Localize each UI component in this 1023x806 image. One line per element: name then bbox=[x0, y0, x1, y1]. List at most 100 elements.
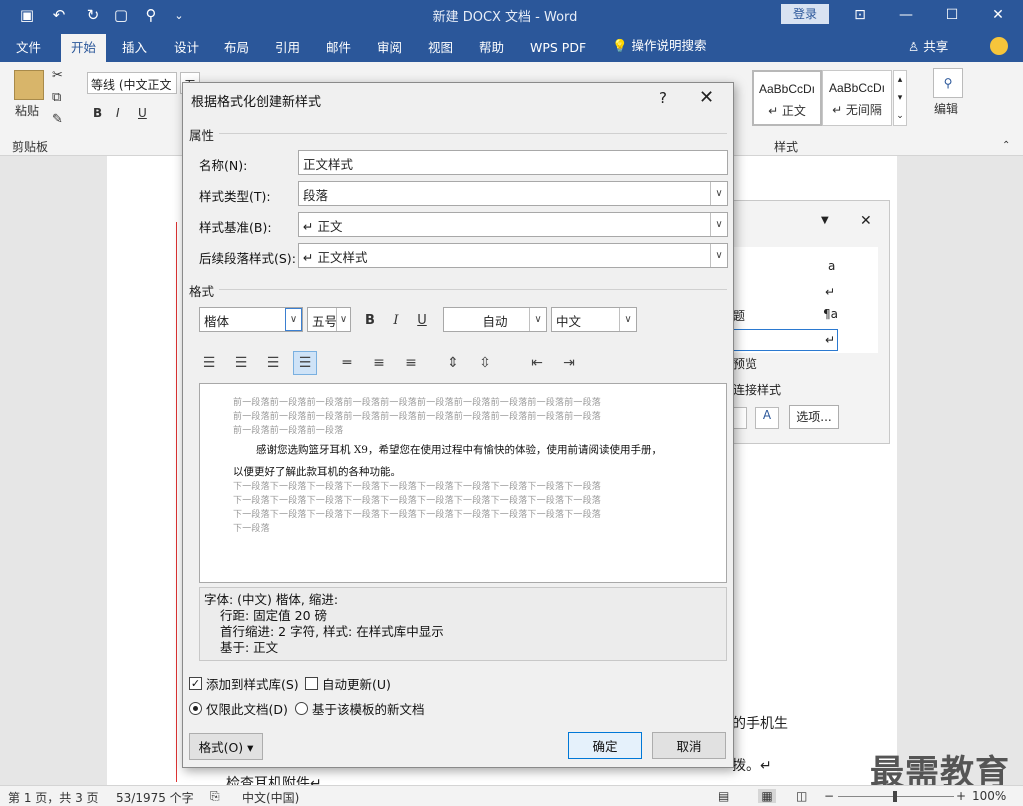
one-half-spacing-icon[interactable]: ≡ bbox=[367, 351, 391, 375]
based-on-select[interactable]: ↵ 正文 ∨ bbox=[298, 212, 728, 237]
align-right-icon[interactable]: ☰ bbox=[261, 351, 285, 375]
pane-selected-row[interactable] bbox=[733, 329, 838, 351]
style-inspector-icon[interactable]: A bbox=[755, 407, 779, 429]
format-painter-icon[interactable]: ✎ bbox=[52, 112, 63, 127]
zoom-level[interactable]: 100% bbox=[972, 789, 1006, 803]
page-count[interactable]: 第 1 页，共 3 页 bbox=[8, 789, 99, 806]
share-button[interactable]: ♙ 共享 bbox=[908, 36, 948, 55]
close-icon[interactable]: ✕ bbox=[699, 87, 714, 108]
tab-home[interactable]: 开始 bbox=[61, 34, 107, 62]
gallery-scroll-icon[interactable]: ▴ ▾ ⌄ bbox=[893, 70, 907, 126]
style-gallery-normal[interactable]: AaBbCcDı ↵ 正文 bbox=[752, 70, 822, 126]
align-center-icon[interactable]: ☰ bbox=[229, 351, 253, 375]
pane-options-button[interactable]: 选项... bbox=[789, 405, 839, 429]
chevron-down-icon[interactable]: ∨ bbox=[710, 213, 727, 236]
more-icon[interactable]: ⌄ bbox=[166, 4, 192, 26]
pane-dropdown-icon[interactable]: ▼ bbox=[821, 215, 829, 226]
tab-wps-pdf[interactable]: WPS PDF bbox=[520, 36, 596, 62]
tab-view[interactable]: 视图 bbox=[418, 36, 463, 62]
tell-me-search[interactable]: 💡 操作说明搜索 bbox=[612, 34, 707, 58]
pane-style-row[interactable]: ¶a bbox=[823, 307, 838, 321]
font-name-combo[interactable]: 等线 (中文正文 bbox=[87, 72, 177, 94]
style-name-input[interactable]: 正文样式 bbox=[298, 150, 728, 175]
chevron-down-icon[interactable]: ∨ bbox=[619, 308, 636, 331]
decrease-paragraph-spacing-icon[interactable]: ⇳ bbox=[473, 351, 497, 375]
copy-icon[interactable]: ⧉ bbox=[52, 90, 61, 105]
smiley-icon[interactable] bbox=[990, 37, 1008, 55]
tab-design[interactable]: 设计 bbox=[164, 36, 209, 62]
color-select[interactable]: 自动 ∨ bbox=[443, 307, 547, 332]
single-spacing-icon[interactable]: ═ bbox=[335, 351, 359, 375]
pane-style-row[interactable]: 题 bbox=[733, 307, 745, 324]
chevron-down-icon[interactable]: ∨ bbox=[285, 308, 302, 331]
edit-label[interactable]: 编辑 bbox=[934, 100, 958, 117]
zoom-slider-thumb[interactable] bbox=[893, 791, 897, 802]
find-icon[interactable]: ⚲ bbox=[138, 4, 164, 26]
style-gallery-no-spacing[interactable]: AaBbCcDı ↵ 无间隔 bbox=[822, 70, 892, 126]
redo-icon[interactable]: ↻ bbox=[80, 4, 106, 26]
new-doc-icon[interactable]: ▢ bbox=[108, 4, 134, 26]
style-type-select[interactable]: 段落 ∨ bbox=[298, 181, 728, 206]
maximize-icon[interactable]: ☐ bbox=[929, 0, 975, 30]
pane-style-row[interactable]: a bbox=[828, 259, 835, 273]
paste-icon[interactable] bbox=[14, 70, 44, 100]
proofing-icon[interactable]: ⎘ bbox=[210, 789, 220, 804]
tab-insert[interactable]: 插入 bbox=[112, 36, 157, 62]
italic-icon[interactable]: I bbox=[116, 106, 120, 120]
chevron-down-icon[interactable]: ∨ bbox=[710, 182, 727, 205]
zoom-out-icon[interactable]: − bbox=[824, 789, 834, 803]
only-this-document-radio[interactable]: 仅限此文档(D) bbox=[189, 699, 288, 718]
pane-link-styles-checkbox[interactable]: 连接样式 bbox=[733, 381, 781, 398]
cancel-button[interactable]: 取消 bbox=[652, 732, 726, 759]
tab-help[interactable]: 帮助 bbox=[469, 36, 514, 62]
underline-button[interactable]: U bbox=[411, 309, 433, 331]
read-mode-icon[interactable]: ▤ bbox=[718, 789, 729, 803]
decrease-indent-icon[interactable]: ⇤ bbox=[525, 351, 549, 375]
pane-close-icon[interactable]: ✕ bbox=[860, 213, 872, 229]
web-layout-icon[interactable]: ◫ bbox=[796, 789, 807, 803]
increase-paragraph-spacing-icon[interactable]: ⇕ bbox=[441, 351, 465, 375]
tab-file[interactable]: 文件 bbox=[6, 36, 51, 62]
new-style-icon[interactable] bbox=[733, 407, 747, 429]
close-window-icon[interactable]: ✕ bbox=[975, 0, 1021, 30]
word-count[interactable]: 53/1975 个字 bbox=[116, 789, 194, 806]
format-menu-button[interactable]: 格式(O) ▾ bbox=[189, 733, 263, 760]
bold-icon[interactable]: B bbox=[93, 106, 102, 120]
italic-button[interactable]: I bbox=[385, 309, 407, 331]
zoom-in-icon[interactable]: + bbox=[956, 789, 966, 803]
search-icon[interactable]: ⚲ bbox=[933, 68, 963, 98]
ok-button[interactable]: 确定 bbox=[568, 732, 642, 759]
align-left-icon[interactable]: ☰ bbox=[197, 351, 221, 375]
pane-style-row[interactable]: ↵ bbox=[825, 285, 835, 299]
template-documents-radio[interactable]: 基于该模板的新文档 bbox=[295, 699, 425, 718]
underline-icon[interactable]: U bbox=[138, 106, 147, 120]
font-select[interactable]: 楷体 ∨ bbox=[199, 307, 303, 332]
justify-icon[interactable]: ☰ bbox=[293, 351, 317, 375]
undo-icon[interactable]: ↶ bbox=[46, 4, 72, 26]
tab-review[interactable]: 审阅 bbox=[367, 36, 412, 62]
language-status[interactable]: 中文(中国) bbox=[242, 789, 299, 806]
pane-preview-checkbox[interactable]: 预览 bbox=[733, 355, 757, 372]
collapse-ribbon-icon[interactable]: ⌃ bbox=[1002, 140, 1010, 151]
login-button[interactable]: 登录 bbox=[781, 4, 829, 24]
minimize-icon[interactable]: — bbox=[883, 0, 929, 30]
chevron-down-icon[interactable]: ∨ bbox=[710, 244, 727, 267]
chevron-down-icon[interactable]: ∨ bbox=[336, 308, 350, 331]
next-style-select[interactable]: ↵ 正文样式 ∨ bbox=[298, 243, 728, 268]
tab-layout[interactable]: 布局 bbox=[214, 36, 259, 62]
help-icon[interactable]: ? bbox=[659, 89, 667, 107]
chevron-down-icon[interactable]: ∨ bbox=[529, 308, 546, 331]
size-select[interactable]: 五号 ∨ bbox=[307, 307, 351, 332]
pane-style-row[interactable]: ↵ bbox=[825, 333, 835, 347]
language-select[interactable]: 中文 ∨ bbox=[551, 307, 637, 332]
cut-icon[interactable]: ✂ bbox=[52, 68, 63, 83]
tab-references[interactable]: 引用 bbox=[265, 36, 310, 62]
tab-mailings[interactable]: 邮件 bbox=[316, 36, 361, 62]
double-spacing-icon[interactable]: ≡ bbox=[399, 351, 423, 375]
save-icon[interactable]: ▣ bbox=[14, 4, 40, 26]
increase-indent-icon[interactable]: ⇥ bbox=[557, 351, 581, 375]
auto-update-checkbox[interactable]: 自动更新(U) bbox=[305, 674, 391, 693]
bold-button[interactable]: B bbox=[359, 309, 381, 331]
print-layout-icon[interactable]: ▦ bbox=[758, 789, 776, 803]
ribbon-display-icon[interactable]: ⊡ bbox=[837, 0, 883, 30]
